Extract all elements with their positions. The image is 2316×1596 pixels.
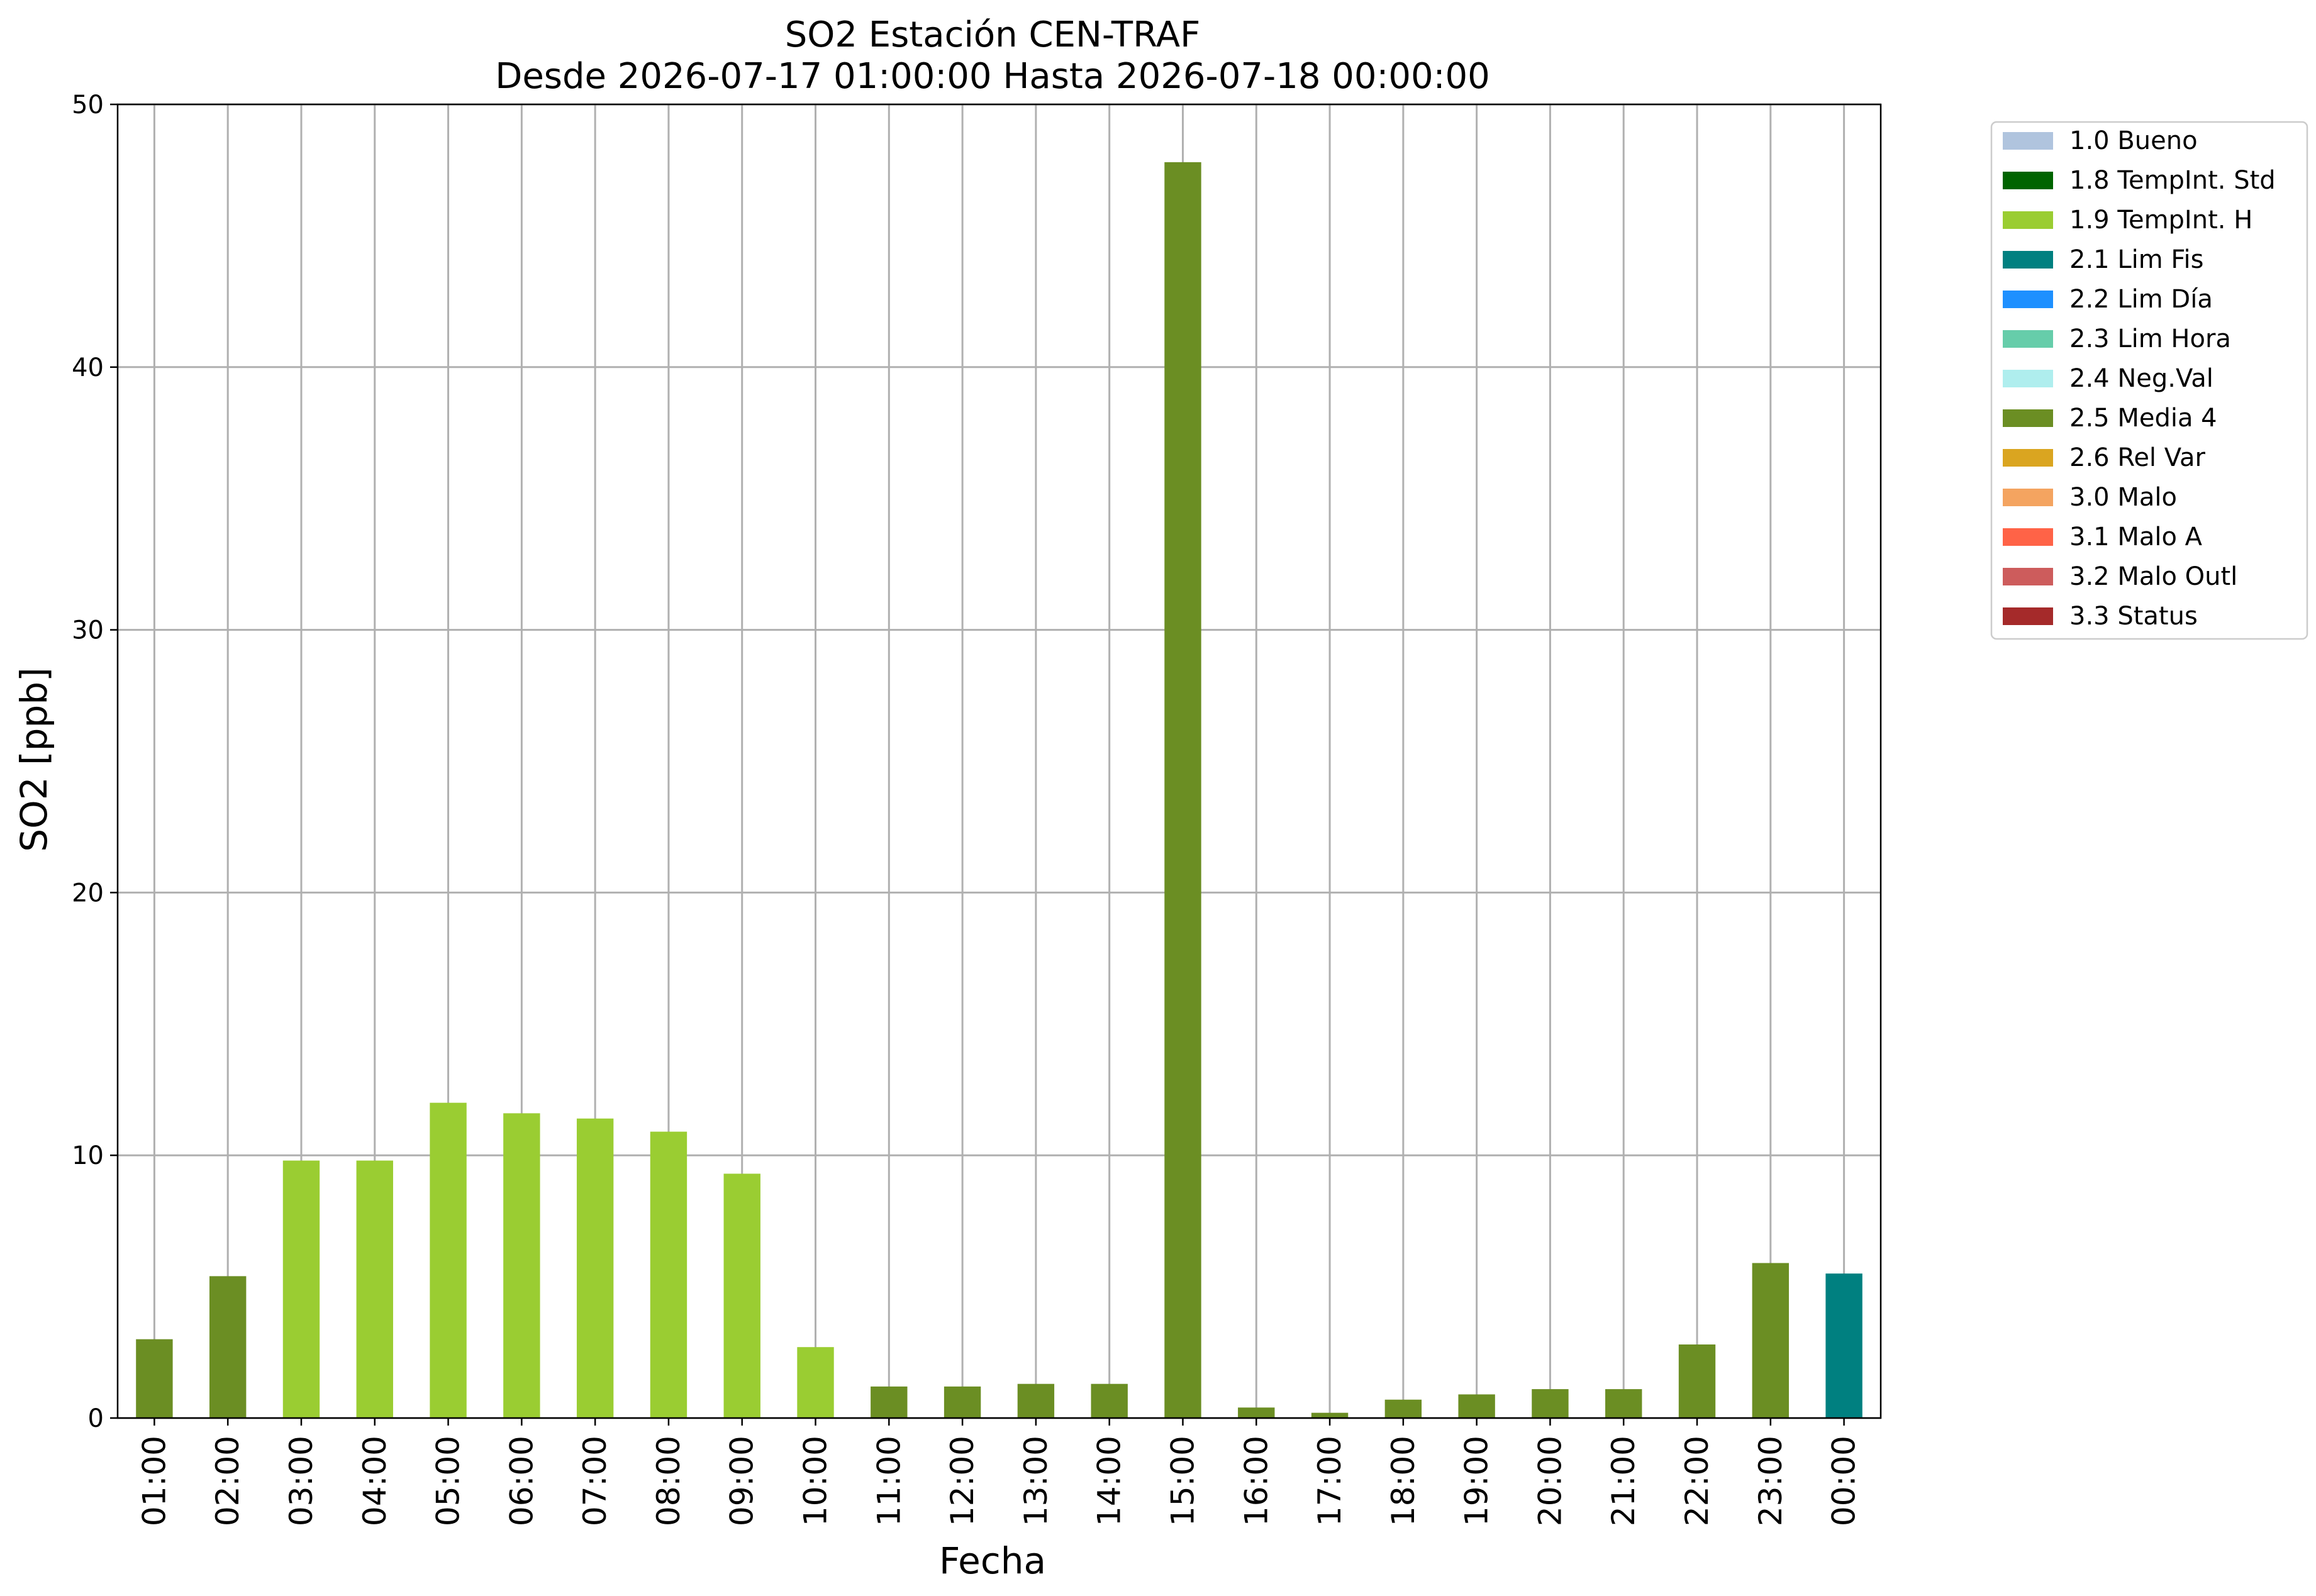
x-tick-label: 21:00 xyxy=(1605,1436,1642,1526)
x-tick-label: 19:00 xyxy=(1459,1436,1495,1526)
legend-swatch xyxy=(2003,211,2053,229)
legend-label: 3.3 Status xyxy=(2069,602,2198,631)
bar-2300 xyxy=(1752,1263,1790,1418)
y-tick-label: 50 xyxy=(72,91,104,119)
bar-0900 xyxy=(723,1173,760,1418)
legend-swatch xyxy=(2003,330,2053,348)
bar-0100 xyxy=(136,1339,173,1418)
chart-subtitle: Desde 2026-07-17 01:00:00 Hasta 2026-07-… xyxy=(495,56,1490,97)
legend-label: 2.2 Lim Día xyxy=(2069,285,2213,314)
legend-label: 2.3 Lim Hora xyxy=(2069,324,2231,353)
legend-label: 2.1 Lim Fis xyxy=(2069,245,2203,274)
bar-1600 xyxy=(1238,1407,1275,1418)
bar-1500 xyxy=(1164,162,1201,1418)
so2-bar-chart: SO2 Estación CEN-TRAF Desde 2026-07-17 0… xyxy=(0,0,2316,1593)
y-axis-label: SO2 [ppb] xyxy=(13,667,55,852)
x-tick-label: 17:00 xyxy=(1311,1436,1348,1526)
legend-label: 2.6 Rel Var xyxy=(2069,443,2206,472)
x-tick-label: 05:00 xyxy=(430,1436,467,1526)
x-tick-label: 07:00 xyxy=(577,1436,613,1526)
legend-label: 2.5 Media 4 xyxy=(2069,404,2217,433)
x-tick-label: 08:00 xyxy=(650,1436,687,1526)
legend-swatch xyxy=(2003,409,2053,427)
legend-swatch xyxy=(2003,172,2053,189)
bar-1300 xyxy=(1017,1383,1055,1418)
legend: 1.0 Bueno 1.8 TempInt. Std 1.9 TempInt. H 2… xyxy=(1990,121,2308,640)
bar-0700 xyxy=(576,1118,614,1418)
x-tick-label: 10:00 xyxy=(798,1436,834,1526)
x-tick-label: 00:00 xyxy=(1826,1436,1862,1526)
x-tick-label: 14:00 xyxy=(1091,1436,1128,1526)
legend-label: 3.1 Malo A xyxy=(2069,523,2203,551)
legend-swatch xyxy=(2003,607,2053,625)
legend-swatch xyxy=(2003,489,2053,506)
x-tick-label: 22:00 xyxy=(1679,1436,1715,1526)
bar-0300 xyxy=(282,1160,320,1418)
chart-container: SO2 Estación CEN-TRAF Desde 2026-07-17 0… xyxy=(0,0,2316,1593)
x-tick-label: 01:00 xyxy=(136,1436,172,1526)
legend-label: 3.0 Malo xyxy=(2069,483,2177,512)
legend-swatch xyxy=(2003,528,2053,546)
x-tick-label: 02:00 xyxy=(209,1436,246,1526)
bar-1100 xyxy=(871,1386,908,1418)
legend-swatch xyxy=(2003,132,2053,150)
bar-1800 xyxy=(1384,1399,1422,1418)
x-tick-label: 09:00 xyxy=(724,1436,760,1526)
chart-title: SO2 Estación CEN-TRAF xyxy=(785,14,1201,55)
bar-0200 xyxy=(209,1276,247,1418)
y-tick-label: 20 xyxy=(72,878,104,907)
x-tick-label: 16:00 xyxy=(1238,1436,1274,1526)
y-tick-label: 0 xyxy=(88,1404,104,1433)
legend-swatch xyxy=(2003,449,2053,467)
x-tick-label: 11:00 xyxy=(871,1436,907,1526)
legend-label: 1.8 TempInt. Std xyxy=(2069,166,2276,195)
bar-1200 xyxy=(944,1386,981,1418)
bar-0800 xyxy=(650,1131,688,1418)
x-tick-label: 18:00 xyxy=(1385,1436,1422,1526)
y-tick-label: 40 xyxy=(72,353,104,382)
bar-2000 xyxy=(1532,1389,1569,1418)
bar-0500 xyxy=(430,1102,467,1418)
bar-1700 xyxy=(1311,1412,1349,1418)
x-tick-label: 15:00 xyxy=(1164,1436,1201,1526)
legend-swatch xyxy=(2003,370,2053,387)
x-tick-label: 12:00 xyxy=(944,1436,981,1526)
legend-label: 1.0 Bueno xyxy=(2069,126,2198,155)
bar-2200 xyxy=(1678,1344,1716,1418)
x-tick-label: 06:00 xyxy=(503,1436,540,1526)
legend-swatch xyxy=(2003,291,2053,308)
bar-1900 xyxy=(1458,1394,1495,1418)
legend-label: 1.9 TempInt. H xyxy=(2069,206,2252,235)
x-axis-label: Fecha xyxy=(939,1539,1046,1582)
x-tick-label: 20:00 xyxy=(1532,1436,1568,1526)
bar-0000 xyxy=(1825,1273,1862,1418)
legend-swatch xyxy=(2003,568,2053,585)
y-tick-label: 10 xyxy=(72,1141,104,1170)
x-tick-label: 13:00 xyxy=(1018,1436,1054,1526)
legend-label: 3.2 Malo Outl xyxy=(2069,562,2237,591)
x-tick-label: 23:00 xyxy=(1752,1436,1789,1526)
bar-1400 xyxy=(1091,1383,1128,1418)
bar-2100 xyxy=(1605,1389,1642,1418)
bar-0600 xyxy=(503,1113,540,1418)
x-tick-label: 04:00 xyxy=(357,1436,393,1526)
x-tick-label: 03:00 xyxy=(283,1436,320,1526)
legend-swatch xyxy=(2003,251,2053,269)
bar-1000 xyxy=(797,1347,834,1418)
legend-label: 2.4 Neg.Val xyxy=(2069,364,2213,393)
figure-background xyxy=(0,0,2316,1593)
bar-0400 xyxy=(356,1160,393,1418)
y-tick-label: 30 xyxy=(72,616,104,645)
